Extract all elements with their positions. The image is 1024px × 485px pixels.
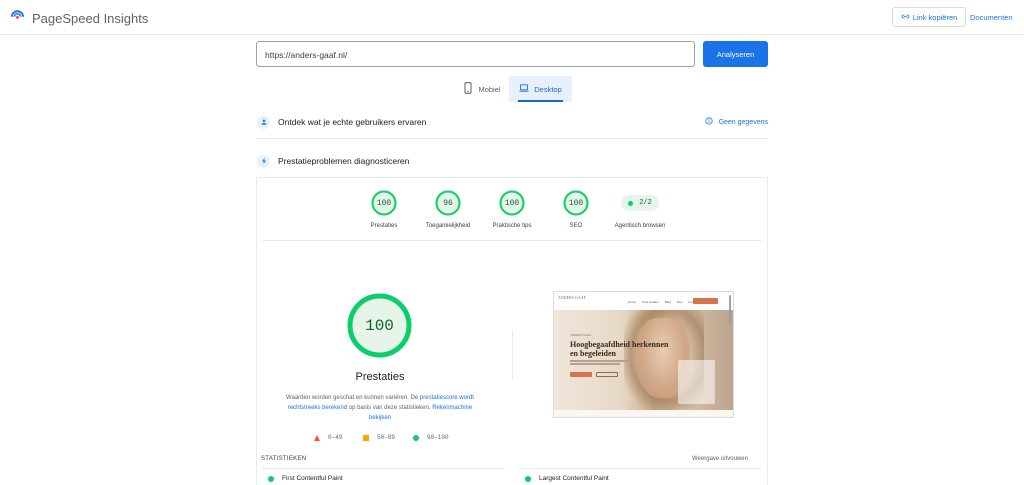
screenshot-headline: Hoogbegaafdheid herkennen en begeleiden [570,340,669,358]
tab-mobile[interactable]: Mobiel [456,76,508,102]
link-icon [901,12,913,23]
gauge-seo[interactable]: 100 [563,190,589,216]
diagnose-section: Prestatieproblemen diagnosticeren [256,148,768,174]
final-screenshot[interactable]: ANDERS GAAF Home Over Anders Blog Faq Co… [553,291,734,418]
diagnose-title: Prestatieproblemen diagnosticeren [278,156,410,166]
average-square-icon [363,434,369,441]
legend-range: 90–100 [427,434,449,441]
real-users-section[interactable]: Ontdek wat je echte gebruikers ervaren G… [256,109,768,135]
screenshot-cta [693,298,718,304]
performance-note: Waarden worden geschat en kunnen variëre… [276,393,484,423]
pass-dot-icon [268,475,274,482]
logo[interactable]: PageSpeed Insights [10,8,148,28]
agentic-badge[interactable]: 2/2 [621,195,659,211]
analyze-button[interactable]: Analyseren [703,41,768,67]
screenshot-button [596,372,618,377]
metric-fcp: First Contentful Paint [268,475,343,482]
screenshot-scrollbar [729,295,731,325]
top-bar: PageSpeed Insights Link kopiëren Documen… [0,0,1024,35]
note-text: Waarden worden geschat en kunnen variëre… [286,395,420,401]
note-text: op basis van deze statistieken. [347,405,433,411]
stats-divider [518,468,762,469]
agentic-label: Agentisch browsen [614,223,666,229]
metric-label: First Contentful Paint [282,475,343,482]
stats-divider [261,468,505,469]
agentic-value: 2/2 [639,199,652,207]
score-value: 100 [504,198,520,208]
performance-title: Prestaties [355,371,405,383]
screenshot-info-card [678,360,715,404]
tab-mobile-label: Mobiel [478,84,501,94]
screenshot-nav-item: Home [628,300,637,304]
fail-triangle-icon [314,434,320,441]
pass-dot-icon [525,475,531,482]
copy-link-label: Link kopiëren [912,12,958,22]
screenshot-kicker: ANDERS GAAF [570,333,592,337]
app-title: PageSpeed Insights [32,10,149,26]
screenshot-nav-item: Over Anders [642,300,659,304]
copy-link-button[interactable]: Link kopiëren [892,7,966,27]
no-data-link[interactable]: Geen gegevens [704,117,768,127]
no-data-label: Geen gegevens [718,118,768,126]
pass-dot-icon [628,200,634,206]
pagespeed-logo-icon [10,8,25,28]
screenshot-nav-item: Blog [664,300,671,304]
screenshot-text-line [570,363,620,365]
section-divider [256,138,768,139]
legend-range: 0–49 [328,434,343,441]
laptop-icon [519,82,534,96]
screenshot-nav-item: Faq [676,300,682,304]
pass-circle-icon [413,434,419,441]
users-icon [257,115,270,129]
gauge-performance[interactable]: 100 [371,190,397,216]
legend-average: 50–89 [363,434,395,441]
tab-desktop[interactable]: Desktop [509,76,572,102]
expand-view-link[interactable]: Weergave uitvouwen [692,456,748,462]
lightning-icon [257,154,270,168]
score-value: 100 [376,198,392,208]
tab-desktop-label: Desktop [534,84,562,94]
legend-pass: 90–100 [413,434,449,441]
score-value: 96 [443,198,453,208]
screenshot-footer [554,410,733,417]
real-users-title: Ontdek wat je echte gebruikers ervaren [278,117,427,127]
card-divider [262,240,762,241]
metric-lcp: Largest Contentful Paint [525,475,609,482]
screenshot-logo: ANDERS GAAF [558,295,586,300]
screenshot-text-line [570,360,630,362]
docs-link[interactable]: Documenten [970,13,1013,22]
vertical-separator [512,330,513,380]
phone-icon [463,82,478,96]
legend-fail: 0–49 [314,434,342,441]
stats-heading: STATISTIEKEN [261,456,307,462]
screenshot-nav: ANDERS GAAF Home Over Anders Blog Faq Co… [554,292,733,310]
info-icon [704,117,719,127]
gauge-best-practices[interactable]: 100 [499,190,525,216]
screenshot-nav-items: Home Over Anders Blog Faq Contact [628,300,698,304]
url-input[interactable]: https://anders-gaaf.nl/ [256,41,695,67]
screenshot-button [570,372,592,377]
legend-range: 50–89 [377,434,396,441]
score-value: 100 [568,198,584,208]
metric-label: Largest Contentful Paint [539,475,609,482]
performance-gauge: 100 [347,293,412,358]
performance-score: 100 [365,316,394,335]
gauge-accessibility[interactable]: 96 [435,190,461,216]
